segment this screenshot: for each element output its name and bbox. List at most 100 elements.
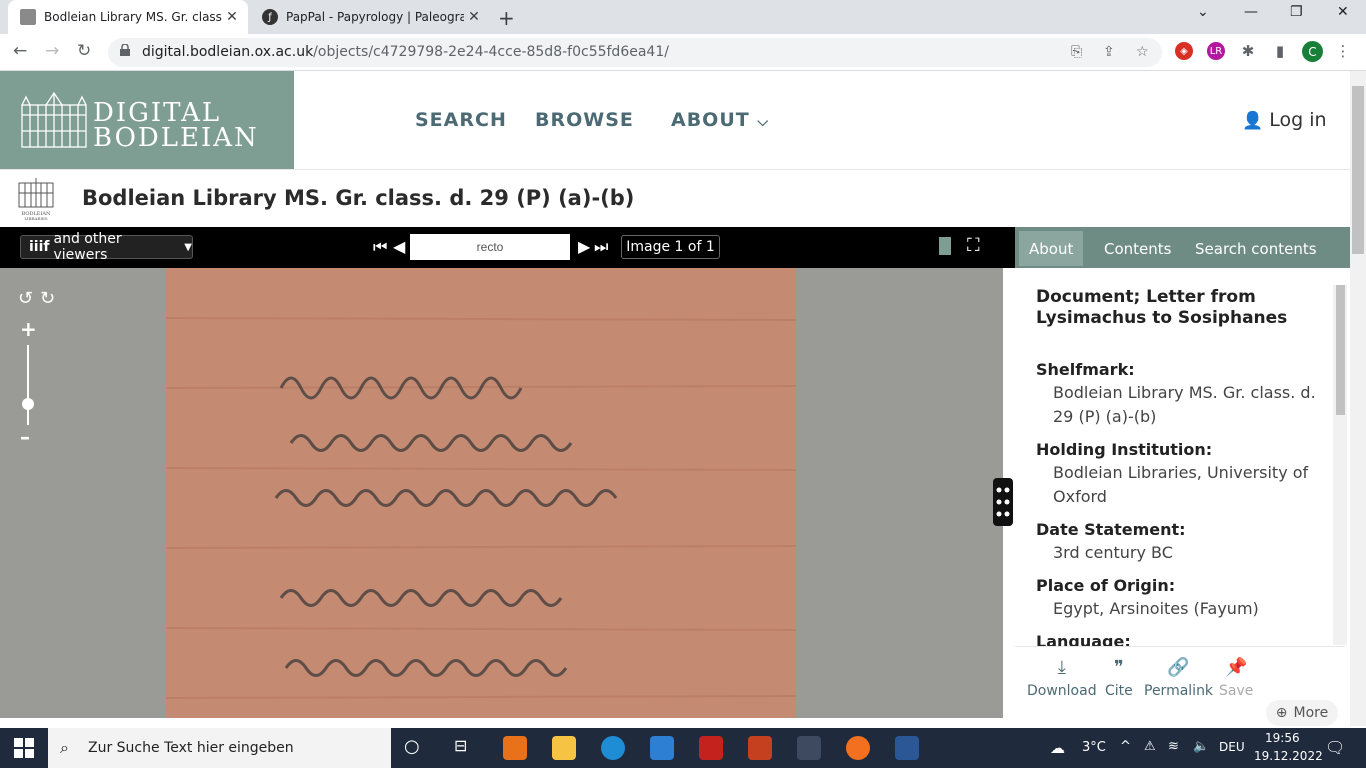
- close-window-icon[interactable]: ✕: [1337, 4, 1349, 20]
- lock-icon: [120, 44, 130, 56]
- nav-search[interactable]: SEARCH: [415, 109, 507, 131]
- translate-icon[interactable]: ⎘: [1071, 44, 1082, 60]
- browser-menu-icon[interactable]: ⋮: [1334, 42, 1352, 60]
- image-counter[interactable]: Image 1 of 1: [621, 235, 720, 259]
- date-statement-value: 3rd century BC: [1053, 543, 1173, 562]
- zoom-in-icon[interactable]: +: [20, 317, 37, 341]
- notifications-icon[interactable]: 🗨: [1325, 738, 1345, 757]
- next-page-icon[interactable]: ▶: [578, 237, 590, 256]
- download-button[interactable]: ⤓ Download: [1027, 657, 1097, 699]
- wifi-icon[interactable]: ≋: [1168, 739, 1179, 754]
- zoom-out-icon[interactable]: –: [20, 425, 30, 449]
- reload-icon[interactable]: ↻: [77, 41, 91, 61]
- nav-about-label: ABOUT: [671, 109, 750, 131]
- powerpoint-icon[interactable]: [748, 736, 772, 760]
- rotate-left-icon[interactable]: ↺: [18, 288, 33, 309]
- browser-tab-bodleian[interactable]: Bodleian Library MS. Gr. class. d. ✕: [8, 0, 248, 34]
- last-page-icon[interactable]: ⏭: [594, 237, 608, 257]
- sidebar-scroll-thumb[interactable]: [1336, 285, 1345, 415]
- weather-temp[interactable]: 3°C: [1082, 740, 1106, 755]
- volume-icon[interactable]: 🔈: [1193, 739, 1209, 754]
- user-icon: 👤: [1242, 111, 1264, 131]
- bookmark-star-icon[interactable]: ☆: [1136, 44, 1149, 60]
- task-view-icon[interactable]: ⊟: [454, 736, 478, 760]
- close-tab-icon[interactable]: ✕: [464, 9, 484, 25]
- extension-lr-icon[interactable]: LR: [1207, 42, 1225, 60]
- tray-network-icon[interactable]: ⚠: [1144, 739, 1156, 754]
- extensions-puzzle-icon[interactable]: ✱: [1239, 42, 1257, 60]
- profile-avatar[interactable]: C: [1302, 41, 1323, 62]
- pappal-favicon-icon: ƒ: [262, 9, 278, 25]
- object-title-row: BODLEIAN LIBRARIES Bodleian Library MS. …: [0, 170, 1350, 227]
- pin-icon: 📌: [1224, 657, 1248, 678]
- minimize-icon[interactable]: —: [1244, 4, 1258, 20]
- weather-cloud-icon[interactable]: ☁: [1050, 739, 1065, 757]
- site-header: DIGITAL BODLEIAN SEARCH BROWSE ABOUT ⌵ 👤…: [0, 71, 1350, 170]
- store-icon[interactable]: [503, 736, 527, 760]
- shelfmark-label: Shelfmark:: [1036, 360, 1135, 379]
- tab-search-icon[interactable]: ⌄: [1197, 4, 1209, 20]
- page-scroll-thumb[interactable]: [1352, 86, 1364, 254]
- extension-red-icon[interactable]: ◈: [1175, 42, 1193, 60]
- nav-about[interactable]: ABOUT ⌵: [671, 109, 769, 131]
- quote-icon: ❞: [1114, 657, 1124, 678]
- tab-contents[interactable]: Contents: [1094, 231, 1181, 266]
- side-panel-icon[interactable]: ▮: [1271, 42, 1289, 60]
- file-explorer-icon[interactable]: [552, 736, 576, 760]
- clock-date[interactable]: 19.12.2022: [1254, 749, 1323, 763]
- previous-page-icon[interactable]: ◀: [393, 237, 405, 256]
- mail-icon[interactable]: [650, 736, 674, 760]
- page-label-input[interactable]: [410, 234, 570, 260]
- chevron-down-icon: ⌵: [757, 114, 769, 130]
- cite-button[interactable]: ❞ Cite: [1105, 657, 1133, 699]
- close-tab-icon[interactable]: ✕: [222, 9, 242, 25]
- restore-icon[interactable]: ❐: [1290, 4, 1303, 20]
- resize-handle[interactable]: [993, 478, 1013, 526]
- tray-chevron-icon[interactable]: ^: [1120, 739, 1131, 754]
- tab-search-contents[interactable]: Search contents: [1185, 231, 1327, 266]
- clock-time[interactable]: 19:56: [1265, 731, 1300, 745]
- place-of-origin-label: Place of Origin:: [1036, 576, 1176, 595]
- document-title: Document; Letter from Lysimachus to Sosi…: [1036, 287, 1288, 328]
- firefox-icon[interactable]: [846, 736, 870, 760]
- single-page-view-icon[interactable]: [939, 237, 951, 255]
- first-page-icon[interactable]: ⏮: [373, 237, 387, 257]
- page-title: Bodleian Library MS. Gr. class. d. 29 (P…: [82, 186, 635, 210]
- chrome-icon[interactable]: [797, 736, 821, 760]
- taskbar-search[interactable]: ⌕ Zur Suche Text hier eingeben: [48, 728, 391, 768]
- bodleian-libraries-logo: BODLEIAN LIBRARIES: [18, 178, 54, 221]
- acrobat-icon[interactable]: [699, 736, 723, 760]
- url-path: /objects/c4729798-2e24-4cce-85d8-f0c55fd…: [313, 44, 669, 60]
- cortana-icon[interactable]: ○: [404, 736, 428, 760]
- browser-toolbar: ← → ↻ digital.bodleian.ox.ac.uk/objects/…: [0, 34, 1366, 71]
- viewer-toolbar: iiif and other viewers ▼ ⏮ ◀ ▶ ⏭ Image 1…: [0, 227, 1015, 268]
- forward-icon[interactable]: →: [45, 41, 59, 61]
- browser-tab-strip: Bodleian Library MS. Gr. class. d. ✕ ƒ P…: [0, 0, 1366, 34]
- zoom-slider-track[interactable]: [27, 345, 29, 425]
- new-tab-icon[interactable]: +: [498, 6, 515, 30]
- permalink-button[interactable]: 🔗 Permalink: [1144, 657, 1213, 699]
- image-viewer-canvas[interactable]: [0, 268, 1003, 718]
- sidebar-tabs: About Contents Search contents: [1015, 227, 1350, 268]
- word-icon[interactable]: [895, 736, 919, 760]
- more-button[interactable]: ⊕ More: [1266, 700, 1338, 726]
- info-sidebar: About Contents Search contents Document;…: [1015, 227, 1350, 718]
- fullscreen-icon[interactable]: ⛶: [967, 235, 980, 256]
- browser-tab-pappal[interactable]: ƒ PapPal - Papyrology | Paleograph ✕: [250, 0, 490, 34]
- rotate-right-icon[interactable]: ↻: [40, 288, 55, 309]
- save-button[interactable]: 📌 Save: [1219, 657, 1253, 699]
- share-icon[interactable]: ⇪: [1103, 44, 1115, 60]
- tab-title: Bodleian Library MS. Gr. class. d.: [44, 10, 222, 24]
- login-link[interactable]: 👤 Log in: [1242, 109, 1327, 131]
- digital-bodleian-logo[interactable]: DIGITAL BODLEIAN: [0, 71, 294, 169]
- other-viewers-dropdown[interactable]: iiif and other viewers ▼: [20, 231, 193, 263]
- windows-start-icon[interactable]: [14, 738, 34, 758]
- nav-browse[interactable]: BROWSE: [535, 109, 634, 131]
- back-icon[interactable]: ←: [13, 41, 27, 61]
- tab-about[interactable]: About: [1019, 231, 1084, 266]
- download-icon: ⤓: [1057, 657, 1066, 678]
- zoom-slider-handle[interactable]: [22, 398, 34, 410]
- edge-icon[interactable]: [601, 736, 625, 760]
- input-language[interactable]: DEU: [1219, 740, 1245, 754]
- address-bar[interactable]: digital.bodleian.ox.ac.uk/objects/c47297…: [108, 38, 1162, 67]
